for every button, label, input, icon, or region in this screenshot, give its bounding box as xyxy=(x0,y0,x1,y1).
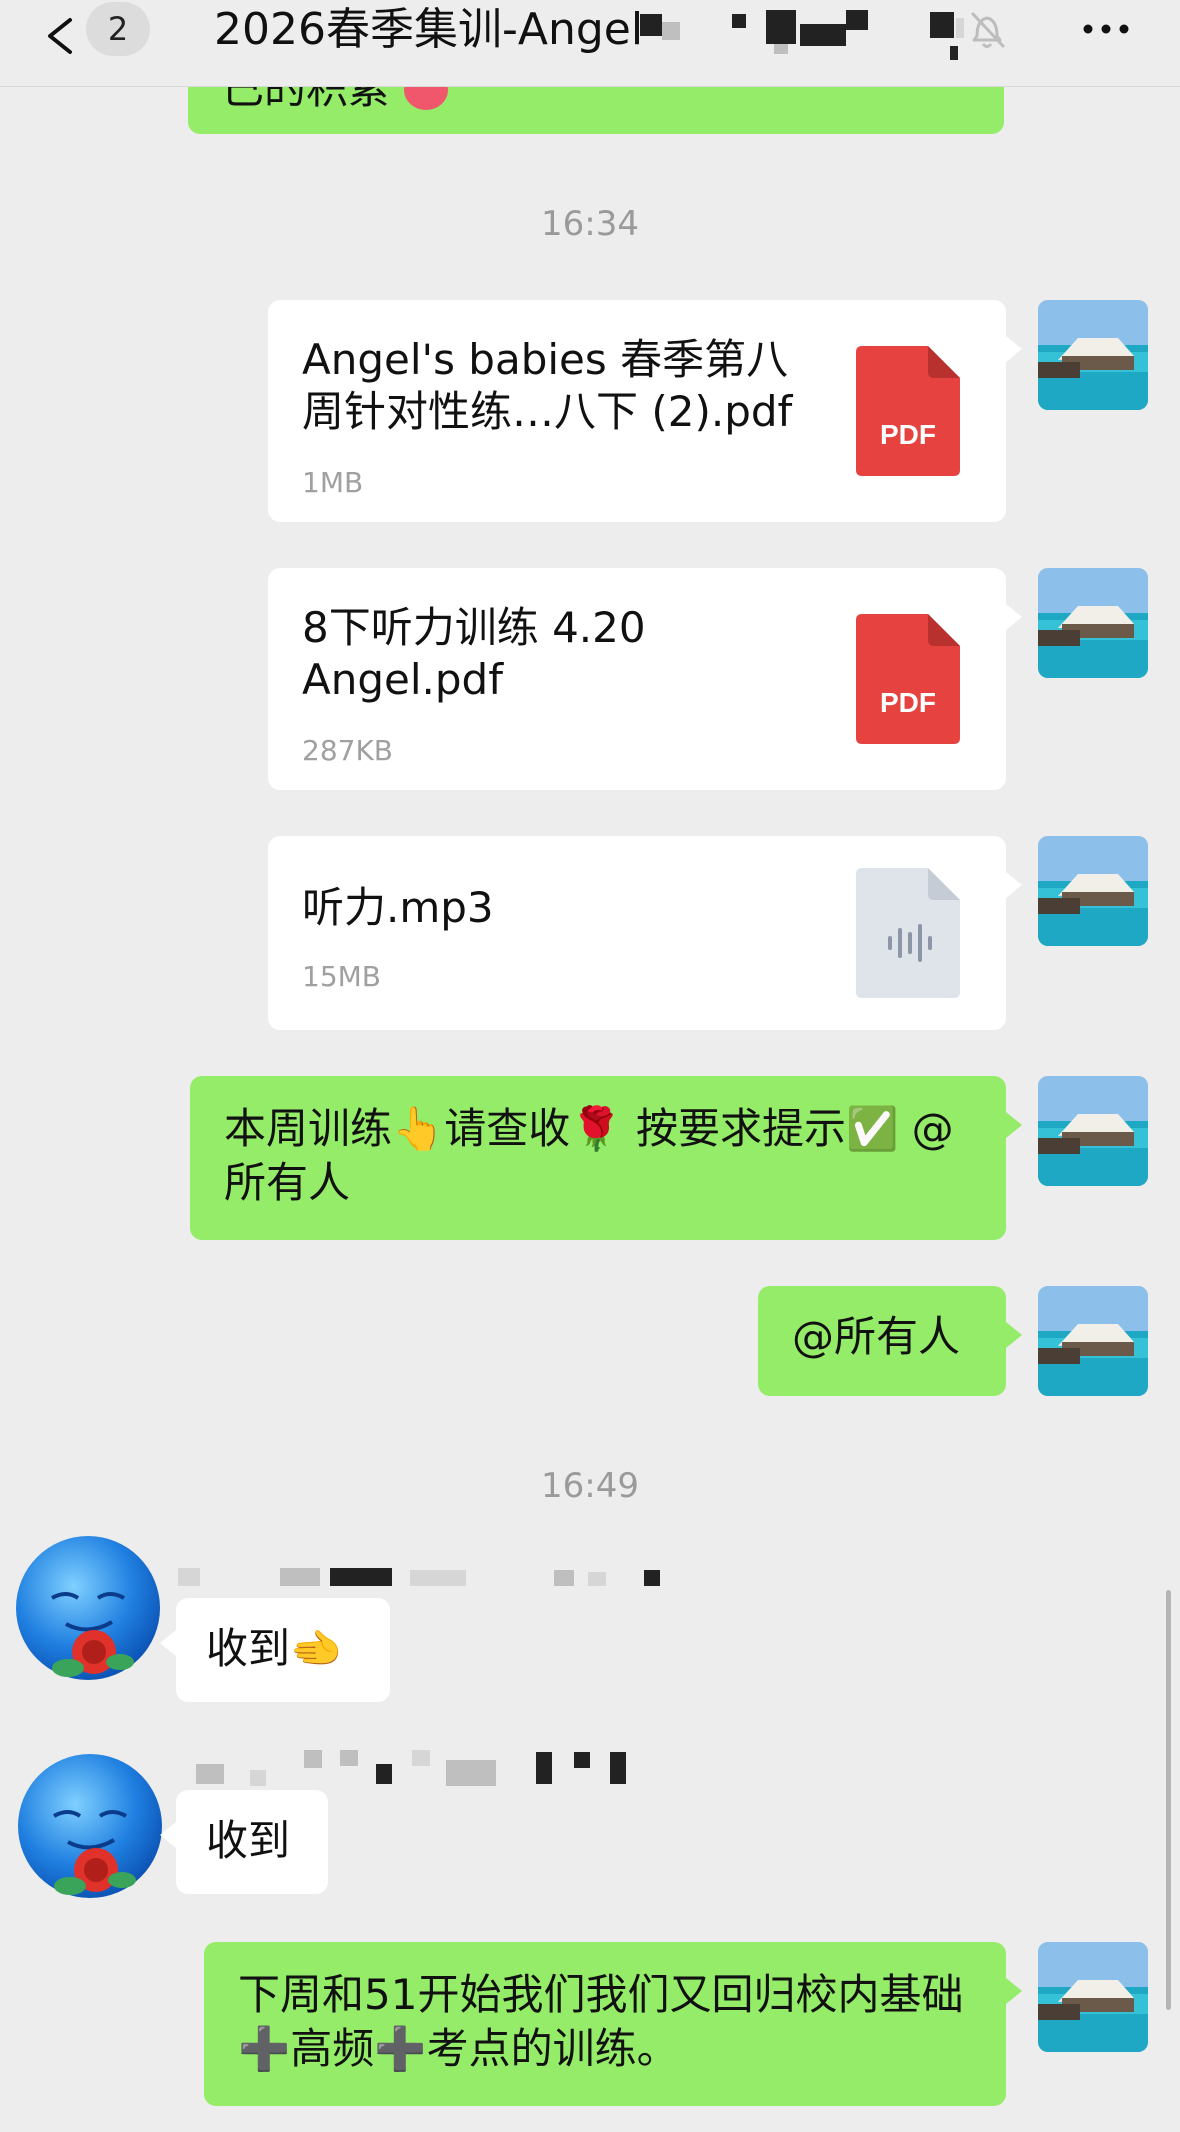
message-text: 收到🫲 xyxy=(206,1624,343,1673)
file-size: 15MB xyxy=(302,960,381,993)
pdf-file-icon: PDF xyxy=(856,346,960,476)
more-button[interactable] xyxy=(1078,6,1134,52)
avatar[interactable] xyxy=(1038,1076,1148,1186)
back-button[interactable] xyxy=(40,8,80,78)
timestamp: 16:34 xyxy=(541,204,639,244)
file-size: 287KB xyxy=(302,734,394,767)
file-size: 1MB xyxy=(302,466,364,499)
message-bubble[interactable]: 下周和51开始我们我们又回归校内基础➕高频➕考点的训练。 xyxy=(204,1942,1022,2106)
message-text: @所有人 xyxy=(792,1312,961,1361)
pdf-file-icon: PDF xyxy=(856,614,960,744)
chevron-left-icon xyxy=(48,18,72,54)
timestamp: 16:49 xyxy=(541,1466,639,1506)
message-bubble-incoming[interactable]: 收到🫲 xyxy=(160,1598,390,1702)
avatar[interactable] xyxy=(12,1512,172,1682)
audio-file-icon xyxy=(856,868,960,998)
chat-title[interactable]: 2026春季集训-Angel xyxy=(214,2,643,58)
message-text: 本周训练👆请查收🌹 按要求提示✅ @所有人 xyxy=(224,1104,954,1207)
file-name: 听力.mp3 xyxy=(302,883,494,932)
avatar[interactable] xyxy=(1038,300,1148,410)
file-name: Angel's babies 春季第八周针对性练…八下 (2).pdf xyxy=(302,335,793,436)
avatar[interactable] xyxy=(1038,1286,1148,1396)
chat-header: 2 2026春季集训-Angel xyxy=(0,0,1180,87)
file-message-pdf[interactable]: Angel's babies 春季第八周针对性练…八下 (2).pdf 1MB … xyxy=(268,300,1022,522)
file-name: 8下听力训练 4.20 Angel.pdf xyxy=(302,603,659,704)
avatar[interactable] xyxy=(1038,568,1148,678)
unread-count-badge[interactable]: 2 xyxy=(86,2,150,56)
message-text: 下周和51开始我们我们又回归校内基础➕高频➕考点的训练。 xyxy=(238,1970,964,2073)
scrollbar[interactable] xyxy=(1166,1590,1171,2010)
avatar[interactable] xyxy=(14,1730,174,1900)
more-icon xyxy=(1083,24,1129,34)
avatar[interactable] xyxy=(1038,836,1148,946)
file-message-audio[interactable]: 听力.mp3 15MB xyxy=(268,836,1022,1030)
message-text: 收到 xyxy=(206,1816,291,1865)
message-bubble-incoming[interactable]: 收到 xyxy=(160,1790,328,1894)
message-bubble[interactable]: 本周训练👆请查收🌹 按要求提示✅ @所有人 xyxy=(190,1076,1022,1240)
file-message-pdf[interactable]: 8下听力训练 4.20 Angel.pdf 287KB PDF xyxy=(268,568,1022,790)
message-bubble[interactable]: @所有人 xyxy=(758,1286,1022,1396)
avatar[interactable] xyxy=(1038,1942,1148,2052)
bell-slash-icon xyxy=(965,6,1009,52)
